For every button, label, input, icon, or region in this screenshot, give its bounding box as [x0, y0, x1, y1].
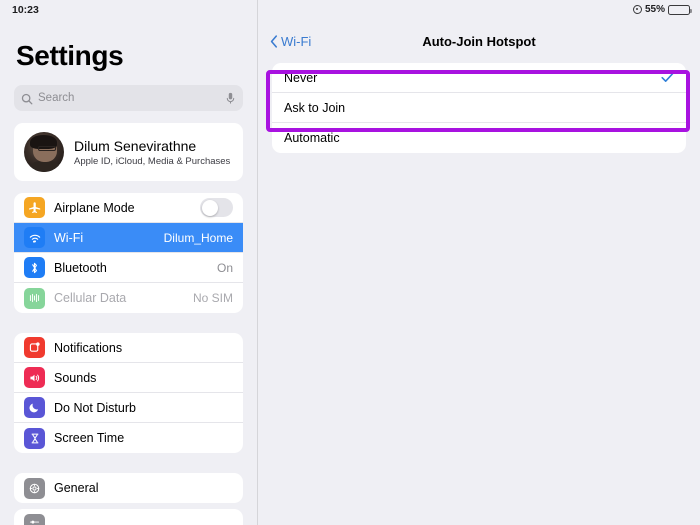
- battery-percent-label: 55%: [644, 4, 665, 15]
- auto-join-options-list: Never Ask to Join Automatic: [272, 63, 686, 153]
- settings-group-system: General: [14, 473, 243, 503]
- sidebar-item-label: Sounds: [54, 370, 97, 385]
- settings-group-alerts: Notifications Sounds Do Not Disturb Scre…: [14, 333, 243, 453]
- detail-title: Auto-Join Hotspot: [422, 33, 536, 49]
- sidebar-item-notifications[interactable]: Notifications: [14, 333, 243, 363]
- settings-sidebar: Settings Search Dilum Senevirathne Apple…: [0, 0, 258, 525]
- avatar: [24, 132, 64, 172]
- sidebar-item-label: Wi-Fi: [54, 230, 84, 245]
- notifications-icon: [24, 337, 45, 358]
- sidebar-item-wifi[interactable]: Wi-Fi Dilum_Home: [14, 223, 243, 253]
- wifi-icon: [24, 227, 45, 248]
- location-arrow-icon: [632, 5, 642, 14]
- gear-icon: [24, 477, 45, 499]
- wifi-network-value: Dilum_Home: [163, 230, 233, 245]
- ipad-settings-screen: 10:23 55% Settings Search Dilum Senevira…: [0, 0, 700, 525]
- sounds-icon: [24, 367, 45, 388]
- profile-name: Dilum Senevirathne: [74, 137, 197, 154]
- back-button[interactable]: Wi-Fi: [270, 34, 311, 49]
- moon-icon: [24, 397, 45, 418]
- status-time: 10:23: [12, 3, 39, 16]
- profile-subtitle: Apple ID, iCloud, Media & Purchases: [74, 155, 231, 167]
- sidebar-item-cellular-data[interactable]: Cellular Data No SIM: [14, 283, 243, 313]
- search-placeholder: Search: [38, 92, 75, 104]
- sidebar-item-sounds[interactable]: Sounds: [14, 363, 243, 393]
- microphone-icon[interactable]: [225, 92, 236, 105]
- sidebar-item-airplane-mode[interactable]: Airplane Mode: [14, 193, 243, 223]
- sidebar-item-partial[interactable]: [14, 509, 243, 525]
- option-automatic[interactable]: Automatic: [272, 123, 686, 153]
- battery-icon: [668, 4, 692, 15]
- hourglass-icon: [24, 427, 45, 449]
- sidebar-item-label: Cellular Data: [54, 291, 127, 305]
- option-ask-to-join[interactable]: Ask to Join: [272, 93, 686, 123]
- sidebar-item-bluetooth[interactable]: Bluetooth On: [14, 253, 243, 283]
- airplane-icon: [24, 197, 45, 218]
- sidebar-item-label: General: [54, 481, 99, 495]
- option-label: Never: [284, 70, 318, 85]
- cellular-status-value: No SIM: [192, 291, 233, 305]
- settings-group-connectivity: Airplane Mode Wi-Fi Dilum_Home Bluetooth…: [14, 193, 243, 313]
- bluetooth-icon: [24, 257, 45, 278]
- sidebar-item-label: Screen Time: [54, 431, 125, 445]
- back-button-label: Wi-Fi: [281, 33, 312, 49]
- sidebar-item-label: Notifications: [54, 340, 123, 355]
- status-right-group: 55%: [632, 4, 692, 15]
- sidebar-item-label: Do Not Disturb: [54, 400, 136, 415]
- cellular-icon: [24, 287, 45, 309]
- airplane-mode-toggle[interactable]: [200, 198, 233, 217]
- sidebar-item-label: Bluetooth: [54, 260, 107, 275]
- settings-group-next-partial: [14, 509, 243, 525]
- bluetooth-status-value: On: [216, 260, 233, 275]
- option-label: Automatic: [284, 131, 340, 145]
- chevron-left-icon: [270, 34, 278, 48]
- status-bar: 10:23 55%: [0, 0, 700, 19]
- search-icon: [21, 92, 33, 105]
- sidebar-item-general[interactable]: General: [14, 473, 243, 503]
- sidebar-item-do-not-disturb[interactable]: Do Not Disturb: [14, 393, 243, 423]
- profile-row[interactable]: Dilum Senevirathne Apple ID, iCloud, Med…: [14, 123, 243, 181]
- control-center-icon: [24, 513, 45, 525]
- checkmark-icon: [661, 72, 674, 83]
- sidebar-item-label: Airplane Mode: [54, 200, 135, 215]
- profile-text: Dilum Senevirathne Apple ID, iCloud, Med…: [74, 138, 230, 167]
- option-label: Ask to Join: [284, 100, 346, 115]
- sidebar-item-screen-time[interactable]: Screen Time: [14, 423, 243, 453]
- search-input[interactable]: Search: [14, 85, 243, 111]
- profile-card[interactable]: Dilum Senevirathne Apple ID, iCloud, Med…: [14, 123, 243, 181]
- navigation-bar: Wi-Fi Auto-Join Hotspot: [258, 19, 700, 63]
- detail-panel: Wi-Fi Auto-Join Hotspot Never Ask to Joi…: [258, 0, 700, 525]
- option-never[interactable]: Never: [272, 63, 686, 93]
